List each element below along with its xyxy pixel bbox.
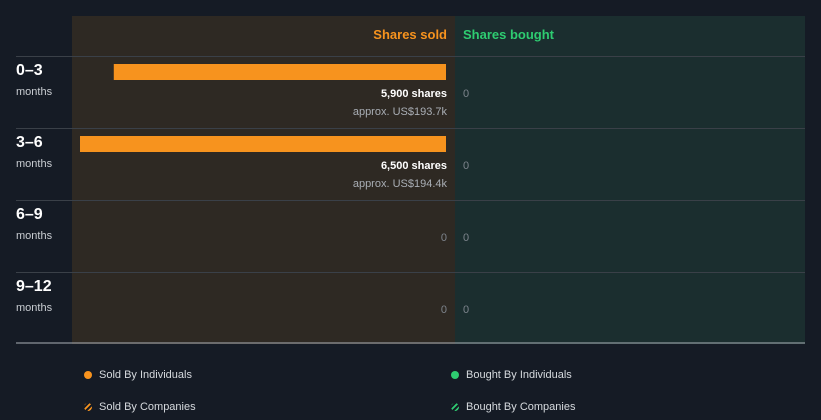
bought-value-label-0-3: 0 [463,88,470,100]
row-sub-9-12: months [16,302,53,314]
sold-value-label-6-9: 0 [440,232,447,244]
legend-label: Sold By Individuals [99,369,192,381]
row-sub-6-9: months [16,230,53,242]
bought-value-label-9-12: 0 [463,304,470,316]
bought-value-label-3-6: 0 [463,160,470,172]
row-label-0-3: 0–3 [16,62,43,79]
row-label-9-12: 9–12 [16,278,52,295]
legend-label: Bought By Companies [466,401,576,413]
header-shares-bought: Shares bought [463,27,555,42]
row-sub-3-6: months [16,158,53,170]
sold-shares-label-3-6: 6,500 shares [380,160,447,172]
orange-hatched-icon [84,403,92,411]
insider-trading-chart [16,16,805,344]
sold-bar-0[interactable] [113,64,447,80]
sold-approx-label-3-6: approx. US$194.4k [352,178,447,190]
legend-label: Sold By Companies [99,401,196,413]
legend-label: Bought By Individuals [466,369,572,381]
green-hatched-icon [451,403,459,411]
row-label-6-9: 6–9 [16,206,43,223]
legend-sold-individuals[interactable]: Sold By Individuals [84,369,192,381]
bought-panel [455,16,805,344]
row-sub-0-3: months [16,86,53,98]
orange-dot-icon [84,371,92,379]
legend-bought-companies[interactable]: Bought By Companies [451,401,575,413]
green-dot-icon [451,371,459,379]
legend-sold-companies[interactable]: Sold By Companies [84,401,196,413]
bought-value-label-6-9: 0 [463,232,470,244]
sold-bar-1[interactable] [80,136,446,152]
header-shares-sold: Shares sold [373,27,447,42]
legend-bought-individuals[interactable]: Bought By Individuals [451,369,572,381]
row-label-3-6: 3–6 [16,134,43,151]
sold-shares-label-0-3: 5,900 shares [380,88,447,100]
sold-approx-label-0-3: approx. US$193.7k [352,106,447,118]
sold-value-label-9-12: 0 [440,304,447,316]
